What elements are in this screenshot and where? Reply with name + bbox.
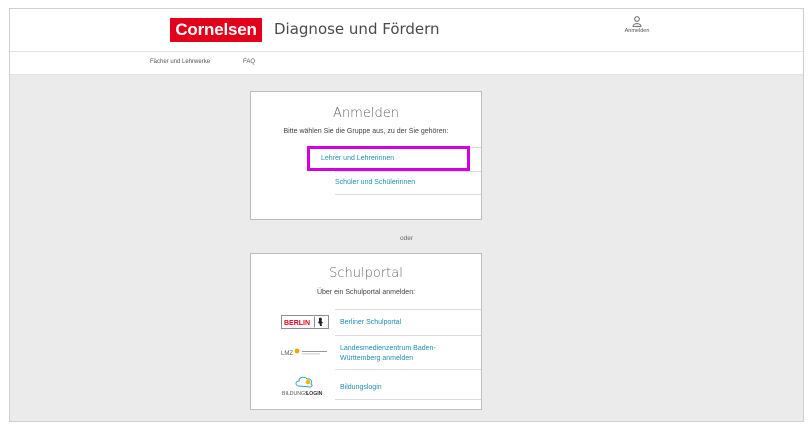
nav-faq[interactable]: FAQ (243, 59, 255, 65)
lmz-logo: LMZ (281, 345, 329, 359)
berlin-bear-icon: BERLIN (281, 315, 329, 329)
portal-lmz-line1: Landesmedienzentrum Baden- (340, 345, 436, 352)
login-card: Anmelden Bitte wählen Sie die Gruppe aus… (250, 91, 482, 220)
divider (335, 194, 481, 195)
nav-faecher-und-lehrwerke[interactable]: Fächer und Lehrwerke (150, 59, 210, 65)
portal-berlin[interactable]: Berliner Schulportal (340, 319, 401, 326)
app-title: Diagnose und Fördern (274, 20, 440, 38)
divider (335, 171, 481, 172)
portal-lmz-line2: Württemberg anmelden (340, 355, 414, 362)
schulportal-card-title: Schulportal (329, 266, 403, 281)
svg-text:LOGIN: LOGIN (306, 391, 323, 397)
header-login-label: Anmelden (624, 28, 650, 34)
sub-navigation: Fächer und Lehrwerke FAQ (10, 52, 803, 75)
app-frame: Cornelsen Diagnose und Fördern Anmelden … (9, 8, 804, 422)
separator-oder: oder (399, 235, 413, 242)
login-card-subtitle: Bitte wählen Sie die Gruppe aus, zu der … (283, 128, 449, 135)
schulportal-card: Schulportal Über ein Schulportal anmelde… (250, 253, 482, 410)
divider (335, 369, 481, 370)
bildungslogin-logo: BILDUNGS LOGIN (281, 373, 329, 397)
portal-bildungslogin[interactable]: Bildungslogin (340, 384, 382, 391)
lmz-logo-icon: LMZ (281, 348, 327, 357)
user-icon (632, 16, 642, 27)
option-schueler[interactable]: Schüler und Schülerinnen (335, 179, 415, 186)
cornelsen-logo[interactable]: Cornelsen (170, 18, 262, 42)
top-header: Cornelsen Diagnose und Fördern Anmelden (10, 9, 803, 52)
portal-lmz[interactable]: Landesmedienzentrum Baden- Württemberg a… (340, 344, 436, 364)
divider (335, 309, 481, 310)
cloud-icon: BILDUNGS LOGIN (282, 376, 323, 397)
divider (335, 335, 481, 336)
svg-text:LMZ: LMZ (281, 351, 293, 357)
divider (335, 399, 481, 400)
svg-text:BERLIN: BERLIN (284, 320, 310, 327)
login-card-title: Anmelden (333, 106, 399, 121)
svg-text:BILDUNGS: BILDUNGS (282, 391, 309, 397)
berlin-logo: BERLIN (281, 315, 329, 329)
option-lehrer[interactable]: Lehrer und Lehrerinnen (321, 155, 394, 162)
schulportal-card-subtitle: Über ein Schulportal anmelden: (316, 289, 416, 296)
header-login-button[interactable]: Anmelden (617, 16, 657, 46)
